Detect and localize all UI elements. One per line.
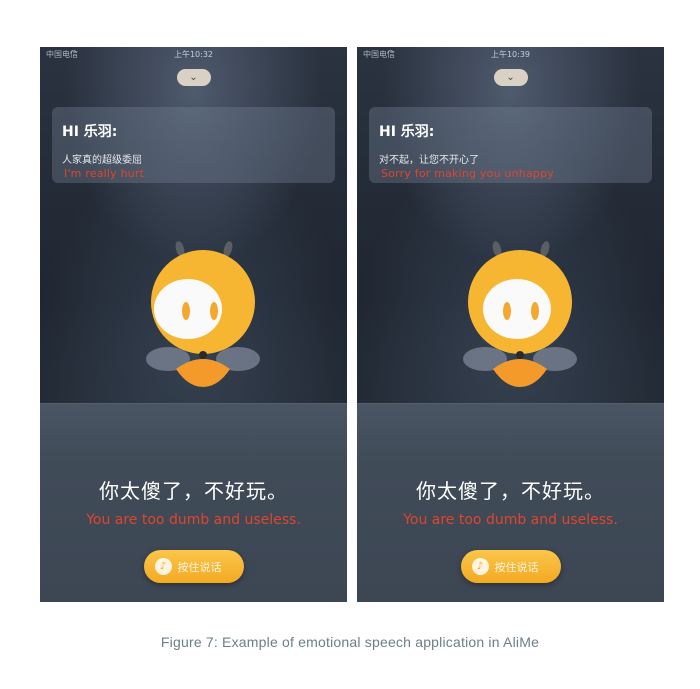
status-bar: 中国电信 ◠ 上午10:32	[40, 47, 347, 63]
status-time: 上午10:39	[490, 50, 531, 59]
message-card: HI 乐羽: 对不起，让您不开心了 Sorry for making you u…	[369, 107, 652, 183]
assistant-message: 人家真的超级委屈	[62, 155, 142, 166]
phone-screen-right: 中国电信 ◠ 上午10:39 ⌄ HI 乐羽: 对不起，让您不开心了 Sorry…	[357, 47, 664, 602]
greeting: HI 乐羽:	[379, 124, 435, 140]
microphone-icon: ♪	[471, 558, 489, 575]
message-card: HI 乐羽: 人家真的超级委屈 I'm really hurt	[52, 107, 335, 183]
collapse-button[interactable]: ⌄	[176, 69, 211, 86]
robot-mascot-icon	[463, 241, 577, 387]
status-time: 上午10:32	[173, 50, 214, 59]
message-translation: I'm really hurt	[64, 167, 145, 180]
speech-translation: You are too dumb and useless.	[403, 512, 618, 528]
user-speech: 你太傻了，不好玩。	[416, 479, 605, 503]
chevron-down-icon: ⌄	[506, 72, 515, 83]
status-bar: 中国电信 ◠ 上午10:39	[357, 47, 664, 63]
user-speech: 你太傻了，不好玩。	[99, 479, 288, 503]
greeting: HI 乐羽:	[62, 124, 118, 140]
speech-translation: You are too dumb and useless.	[86, 512, 301, 528]
button-label: 按住说话	[494, 561, 539, 574]
robot-mascot-icon	[146, 241, 260, 387]
figure-caption: Figure 7: Example of emotional speech ap…	[160, 634, 540, 650]
hold-to-talk-button[interactable]: ♪ 按住说话	[143, 550, 244, 583]
collapse-button[interactable]: ⌄	[493, 69, 528, 86]
chevron-down-icon: ⌄	[189, 72, 198, 83]
button-label: 按住说话	[177, 561, 222, 574]
message-translation: Sorry for making you unhappy	[381, 167, 554, 180]
microphone-icon: ♪	[154, 558, 172, 575]
assistant-message: 对不起，让您不开心了	[379, 155, 479, 166]
hold-to-talk-button[interactable]: ♪ 按住说话	[460, 550, 561, 583]
phone-screen-left: 中国电信 ◠ 上午10:32 ⌄ HI 乐羽: 人家真的超级委屈 I'm rea…	[40, 47, 347, 602]
